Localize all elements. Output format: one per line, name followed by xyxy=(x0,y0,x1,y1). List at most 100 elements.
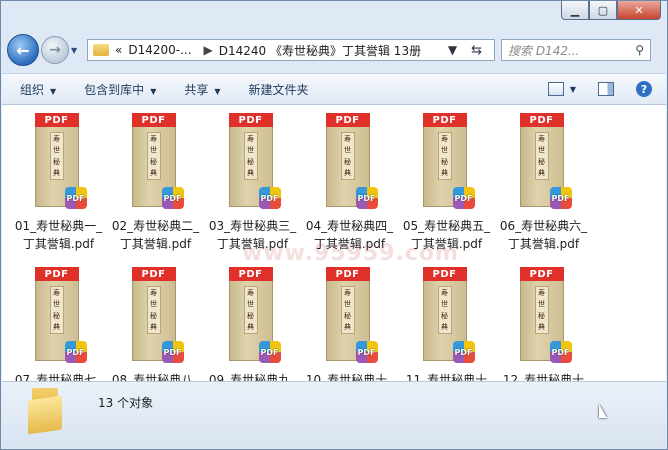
spine-char: 世 xyxy=(538,300,545,309)
pdf-thumbnail: 寿世秘典 PDF PDF xyxy=(34,113,87,209)
spine-char: 世 xyxy=(441,300,448,309)
file-item[interactable]: 寿世秘典 PDF PDF 06_寿世秘典六_ 丁其誉辑.pdf xyxy=(495,113,592,253)
recent-pages-dropdown[interactable]: ▼ xyxy=(71,46,83,55)
minimize-button[interactable]: ▁ xyxy=(561,1,589,20)
item-count: 13 个对象 xyxy=(98,396,154,410)
book-spine-label: 寿世秘典 xyxy=(243,286,258,334)
new-folder-button[interactable]: 新建文件夹 xyxy=(249,81,309,98)
pdf-band: PDF xyxy=(34,113,79,127)
navigation-bar: ← → ▼ « D14200-... ▶ D14240 《寿世秘典》丁其誉辑 1… xyxy=(7,33,661,67)
book-spine-label: 寿世秘典 xyxy=(243,132,258,180)
spine-char: 秘 xyxy=(441,157,448,166)
include-in-library-menu[interactable]: 包含到库中 ▼ xyxy=(84,81,156,98)
caret-down-icon: ▼ xyxy=(214,86,221,96)
spine-char: 典 xyxy=(538,169,545,178)
file-name: 05_寿世秘典五_ 丁其誉辑.pdf xyxy=(398,217,495,253)
file-item[interactable]: 寿世秘典 PDF PDF 09_寿世秘典九_ 丁其誉辑.pdf xyxy=(204,267,301,383)
pdf-thumbnail: 寿世秘典 PDF PDF xyxy=(325,267,378,363)
spine-char: 典 xyxy=(247,169,254,178)
spine-char: 秘 xyxy=(344,157,351,166)
book-spine-label: 寿世秘典 xyxy=(437,132,452,180)
address-dropdown-icon[interactable]: ▼ xyxy=(448,43,457,57)
caret-down-icon: ▼ xyxy=(50,86,57,96)
file-item[interactable]: 寿世秘典 PDF PDF 02_寿世秘典二_ 丁其誉辑.pdf xyxy=(107,113,204,253)
pdf-app-badge-icon: PDF xyxy=(161,187,184,209)
pdf-band: PDF xyxy=(325,113,370,127)
file-item[interactable]: 寿世秘典 PDF PDF 01_寿世秘典一_ 丁其誉辑.pdf xyxy=(10,113,107,253)
folder-icon xyxy=(93,44,109,56)
search-icon[interactable]: ⚲ xyxy=(635,43,644,57)
share-menu[interactable]: 共享 ▼ xyxy=(184,81,220,98)
file-name-line-2: 丁其誉辑.pdf xyxy=(216,237,289,251)
book-spine-label: 寿世秘典 xyxy=(437,286,452,334)
breadcrumb-item-parent[interactable]: D14200-... xyxy=(128,43,191,57)
spine-char: 寿 xyxy=(344,134,351,143)
file-name-line-1: 04_寿世秘典四_ xyxy=(305,219,394,233)
spine-char: 寿 xyxy=(441,134,448,143)
spine-char: 秘 xyxy=(441,311,448,320)
file-item[interactable]: 寿世秘典 PDF PDF 11_寿世秘典十 一_丁其誉辑.... xyxy=(398,267,495,383)
forward-button[interactable]: → xyxy=(41,36,69,64)
maximize-button[interactable]: ▢ xyxy=(589,1,617,20)
pdf-thumbnail: 寿世秘典 PDF PDF xyxy=(131,113,184,209)
pdf-band: PDF xyxy=(131,267,176,281)
book-spine-label: 寿世秘典 xyxy=(534,286,549,334)
spine-char: 世 xyxy=(53,300,60,309)
book-spine-label: 寿世秘典 xyxy=(340,286,355,334)
spine-char: 世 xyxy=(150,300,157,309)
pdf-thumbnail: 寿世秘典 PDF PDF xyxy=(422,113,475,209)
file-name-line-1: 01_寿世秘典一_ xyxy=(14,219,103,233)
file-name-line-1: 05_寿世秘典五_ xyxy=(402,219,491,233)
file-item[interactable]: 寿世秘典 PDF PDF 10_寿世秘典十_ 丁其誉辑.pdf xyxy=(301,267,398,383)
file-item[interactable]: 寿世秘典 PDF PDF 03_寿世秘典三_ 丁其誉辑.pdf xyxy=(204,113,301,253)
file-name-line-1: 06_寿世秘典六_ xyxy=(499,219,588,233)
help-icon[interactable]: ? xyxy=(636,81,652,97)
pdf-thumbnail: 寿世秘典 PDF PDF xyxy=(422,267,475,363)
spine-char: 秘 xyxy=(247,311,254,320)
spine-char: 寿 xyxy=(150,134,157,143)
back-button[interactable]: ← xyxy=(7,34,39,66)
search-input[interactable]: 搜索 D142... ⚲ xyxy=(501,39,651,61)
close-button[interactable]: ✕ xyxy=(617,1,661,20)
address-bar[interactable]: « D14200-... ▶ D14240 《寿世秘典》丁其誉辑 13册 ▼ ⇆ xyxy=(87,39,495,61)
file-item[interactable]: 寿世秘典 PDF PDF 12_寿世秘典十 二_丁其誉辑.... xyxy=(495,267,592,383)
pdf-band: PDF xyxy=(228,113,273,127)
pdf-app-badge-icon: PDF xyxy=(549,187,572,209)
spine-char: 秘 xyxy=(53,157,60,166)
file-item[interactable]: 寿世秘典 PDF PDF 08_寿世秘典八_ 丁其誉辑.pdf xyxy=(107,267,204,383)
file-item[interactable]: 寿世秘典 PDF PDF 04_寿世秘典四_ 丁其誉辑.pdf xyxy=(301,113,398,253)
file-name: 04_寿世秘典四_ 丁其誉辑.pdf xyxy=(301,217,398,253)
file-name-line-2: 丁其誉辑.pdf xyxy=(22,237,95,251)
file-list: 寿世秘典 PDF PDF 01_寿世秘典一_ 丁其誉辑.pdf 寿世秘典 PDF… xyxy=(2,105,666,383)
organize-menu[interactable]: 组织 ▼ xyxy=(20,81,56,98)
spine-char: 寿 xyxy=(538,288,545,297)
file-item[interactable]: 寿世秘典 PDF PDF 05_寿世秘典五_ 丁其誉辑.pdf xyxy=(398,113,495,253)
file-item[interactable]: 寿世秘典 PDF PDF 07_寿世秘典七_ 丁其誉辑.pdf xyxy=(10,267,107,383)
file-name-line-2: 丁其誉辑.pdf xyxy=(313,237,386,251)
refresh-icon[interactable]: ⇆ xyxy=(471,43,482,58)
pdf-app-badge-icon: PDF xyxy=(355,341,378,363)
chevron-right-icon[interactable]: ▶ xyxy=(204,43,213,57)
spine-char: 世 xyxy=(344,146,351,155)
change-view-button[interactable]: ▼ xyxy=(547,82,576,96)
breadcrumb-item-current[interactable]: D14240 《寿世秘典》丁其誉辑 13册 xyxy=(219,42,421,59)
arrow-right-icon: → xyxy=(49,42,61,58)
pdf-band: PDF xyxy=(131,113,176,127)
spine-char: 典 xyxy=(247,323,254,332)
spine-char: 秘 xyxy=(150,157,157,166)
breadcrumb-overflow[interactable]: « xyxy=(115,43,122,57)
spine-char: 秘 xyxy=(150,311,157,320)
spine-char: 秘 xyxy=(538,311,545,320)
pdf-app-badge-icon: PDF xyxy=(452,187,475,209)
spine-char: 寿 xyxy=(538,134,545,143)
spine-char: 秘 xyxy=(247,157,254,166)
folder-large-icon xyxy=(28,388,64,435)
file-grid: 寿世秘典 PDF PDF 01_寿世秘典一_ 丁其誉辑.pdf 寿世秘典 PDF… xyxy=(10,113,592,383)
book-spine-label: 寿世秘典 xyxy=(146,286,161,334)
preview-pane-icon[interactable] xyxy=(598,82,614,96)
pdf-thumbnail: 寿世秘典 PDF PDF xyxy=(519,267,572,363)
pdf-app-badge-icon: PDF xyxy=(258,187,281,209)
pdf-band: PDF xyxy=(34,267,79,281)
pdf-band: PDF xyxy=(422,267,467,281)
pdf-band: PDF xyxy=(519,267,564,281)
